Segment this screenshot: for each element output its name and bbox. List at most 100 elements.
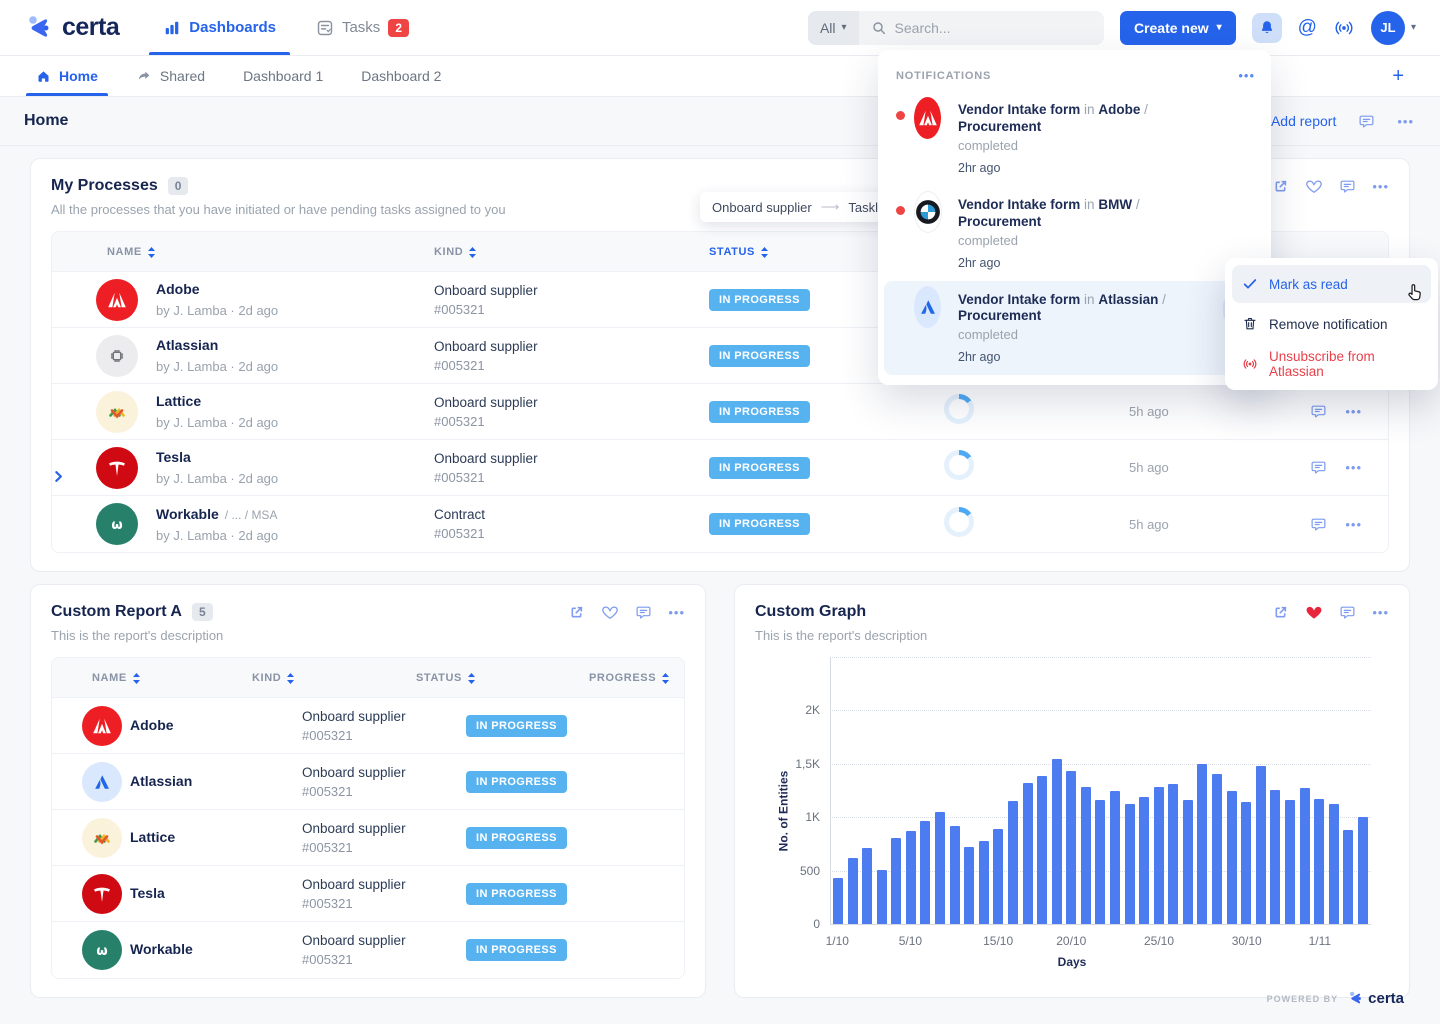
column-header-kind[interactable]: KIND — [434, 232, 477, 272]
chart-bar — [1343, 830, 1353, 924]
table-row[interactable]: ω Workable Onboard supplier #005321 IN P… — [52, 922, 684, 978]
x-tick-label: 5/10 — [899, 934, 922, 948]
progress-donut — [944, 394, 974, 424]
comment-icon[interactable] — [1339, 604, 1356, 621]
company-logo — [82, 762, 122, 802]
plot-area: 05001K1,5K2K1/105/1015/1020/1025/1030/10… — [830, 657, 1371, 924]
comment-icon[interactable] — [1310, 459, 1327, 476]
svg-text:ω: ω — [111, 518, 122, 533]
chart-bar — [920, 821, 930, 924]
process-ref: #005321 — [302, 840, 466, 855]
column-header-name[interactable]: NAME — [107, 232, 156, 272]
tab-dashboard-2[interactable]: Dashboard 2 — [361, 56, 441, 96]
company-logo — [96, 391, 138, 433]
table-row[interactable]: Lattice Onboard supplier #005321 IN PROG… — [52, 810, 684, 866]
table-row[interactable]: Lattice by J. Lamba · 2d ago Onboard sup… — [52, 384, 1388, 440]
column-header-status[interactable]: STATUS — [709, 232, 769, 272]
process-kind: Onboard supplier — [302, 821, 466, 836]
chart-bar — [1197, 764, 1207, 924]
company-logo — [82, 706, 122, 746]
comment-icon[interactable] — [1310, 403, 1327, 420]
tab-home[interactable]: Home — [36, 56, 98, 96]
broadcast-icon — [1242, 356, 1258, 372]
column-header-name[interactable]: NAME — [92, 658, 141, 698]
chart-bar — [1037, 776, 1047, 924]
more-options-icon[interactable]: ••• — [1372, 179, 1389, 194]
process-kind: Onboard supplier — [434, 395, 709, 410]
tab-shared[interactable]: Shared — [136, 56, 205, 96]
company-logo — [96, 335, 138, 377]
open-external-icon[interactable] — [1272, 604, 1289, 621]
favorite-heart-icon[interactable] — [601, 603, 619, 621]
notification-item[interactable]: Vendor Intake form in Adobe / Procuremen… — [884, 91, 1265, 186]
row-more-icon[interactable]: ••• — [1345, 404, 1362, 419]
table-row[interactable]: Adobe Onboard supplier #005321 IN PROGRE… — [52, 698, 684, 754]
row-more-icon[interactable]: ••• — [1345, 460, 1362, 475]
chevron-down-icon: ▾ — [1217, 22, 1222, 33]
custom-report-card: Custom Report A 5 This is the report's d… — [30, 584, 706, 998]
context-menu-item[interactable]: Remove notification — [1232, 305, 1431, 343]
notifications-more-icon[interactable]: ••• — [1238, 68, 1255, 83]
process-name: Workable — [156, 506, 219, 522]
notification-dept: Procurement — [958, 119, 1041, 134]
notification-item[interactable]: Vendor Intake form in Atlassian / Procur… — [884, 281, 1265, 376]
chart-bar — [1052, 759, 1062, 924]
more-options-icon[interactable]: ••• — [668, 605, 685, 620]
process-name: Lattice — [156, 393, 201, 409]
tab-tasks[interactable]: Tasks 2 — [316, 0, 409, 55]
notification-context-menu: Mark as read Remove notification Unsubsc… — [1225, 258, 1438, 390]
table-row[interactable]: Tesla Onboard supplier #005321 IN PROGRE… — [52, 866, 684, 922]
comment-icon[interactable] — [1310, 516, 1327, 533]
add-report-label: Add report — [1271, 113, 1336, 129]
open-external-icon[interactable] — [568, 604, 585, 621]
updated-time: 5h ago — [1129, 517, 1269, 532]
process-meta: by J. Lamba · 2d ago — [156, 528, 434, 543]
context-menu-item[interactable]: Mark as read — [1232, 265, 1431, 303]
notification-dept: Procurement — [958, 308, 1041, 323]
favorite-heart-icon-filled[interactable] — [1305, 603, 1323, 621]
comment-icon[interactable] — [1358, 113, 1375, 130]
tab-label: Dashboards — [189, 19, 276, 36]
notification-dept: Procurement — [958, 214, 1041, 229]
notification-item[interactable]: Vendor Intake form in BMW / Procurement … — [884, 186, 1265, 281]
create-new-button[interactable]: Create new ▾ — [1120, 11, 1236, 45]
table-row[interactable]: Atlassian Onboard supplier #005321 IN PR… — [52, 754, 684, 810]
chart-bar — [833, 878, 843, 924]
more-options-icon[interactable]: ••• — [1397, 114, 1414, 129]
column-header-progress[interactable]: PROGRESS — [589, 658, 670, 698]
notification-title: Vendor Intake form — [958, 292, 1080, 307]
open-external-icon[interactable] — [1272, 178, 1289, 195]
notifications-bell-button[interactable] — [1252, 13, 1282, 43]
context-menu-item[interactable]: Unsubscribe from Atlassian — [1232, 345, 1431, 383]
check-icon — [1242, 276, 1258, 292]
add-dashboard-button[interactable]: + — [1392, 65, 1404, 88]
more-options-icon[interactable]: ••• — [1372, 605, 1389, 620]
search-input[interactable] — [895, 20, 1092, 36]
powered-by-footer: POWERED BY certa — [1267, 990, 1404, 1007]
broadcast-icon[interactable] — [1333, 17, 1355, 39]
process-ref: #005321 — [434, 470, 709, 485]
updated-time: 5h ago — [1129, 460, 1269, 475]
search-scope-dropdown[interactable]: All ▾ — [808, 11, 859, 45]
tab-dashboards[interactable]: Dashboards — [163, 0, 276, 55]
row-more-icon[interactable]: ••• — [1345, 517, 1362, 532]
comment-icon[interactable] — [1339, 178, 1356, 195]
table-row[interactable]: ω Workable/ ... / MSA by J. Lamba · 2d a… — [52, 496, 1388, 552]
column-header-status[interactable]: STATUS — [416, 658, 476, 698]
user-menu[interactable]: JL ▾ — [1371, 11, 1416, 45]
tab-dashboard-1[interactable]: Dashboard 1 — [243, 56, 323, 96]
process-meta: by J. Lamba · 2d ago — [156, 303, 434, 318]
mentions-icon[interactable]: @ — [1298, 17, 1317, 39]
table-row[interactable]: Tesla by J. Lamba · 2d ago Onboard suppl… — [52, 440, 1388, 496]
comment-icon[interactable] — [635, 604, 652, 621]
expand-chevron-icon[interactable] — [52, 470, 96, 483]
count-badge: 0 — [168, 177, 189, 195]
process-ref: #005321 — [302, 952, 466, 967]
chart-bar — [950, 826, 960, 924]
process-kind: Onboard supplier — [302, 877, 466, 892]
x-tick-label: 15/10 — [983, 934, 1013, 948]
brand-logo[interactable]: certa — [24, 13, 119, 43]
column-header-kind[interactable]: KIND — [252, 658, 295, 698]
card-title: My Processes — [51, 177, 158, 195]
favorite-heart-icon[interactable] — [1305, 177, 1323, 195]
